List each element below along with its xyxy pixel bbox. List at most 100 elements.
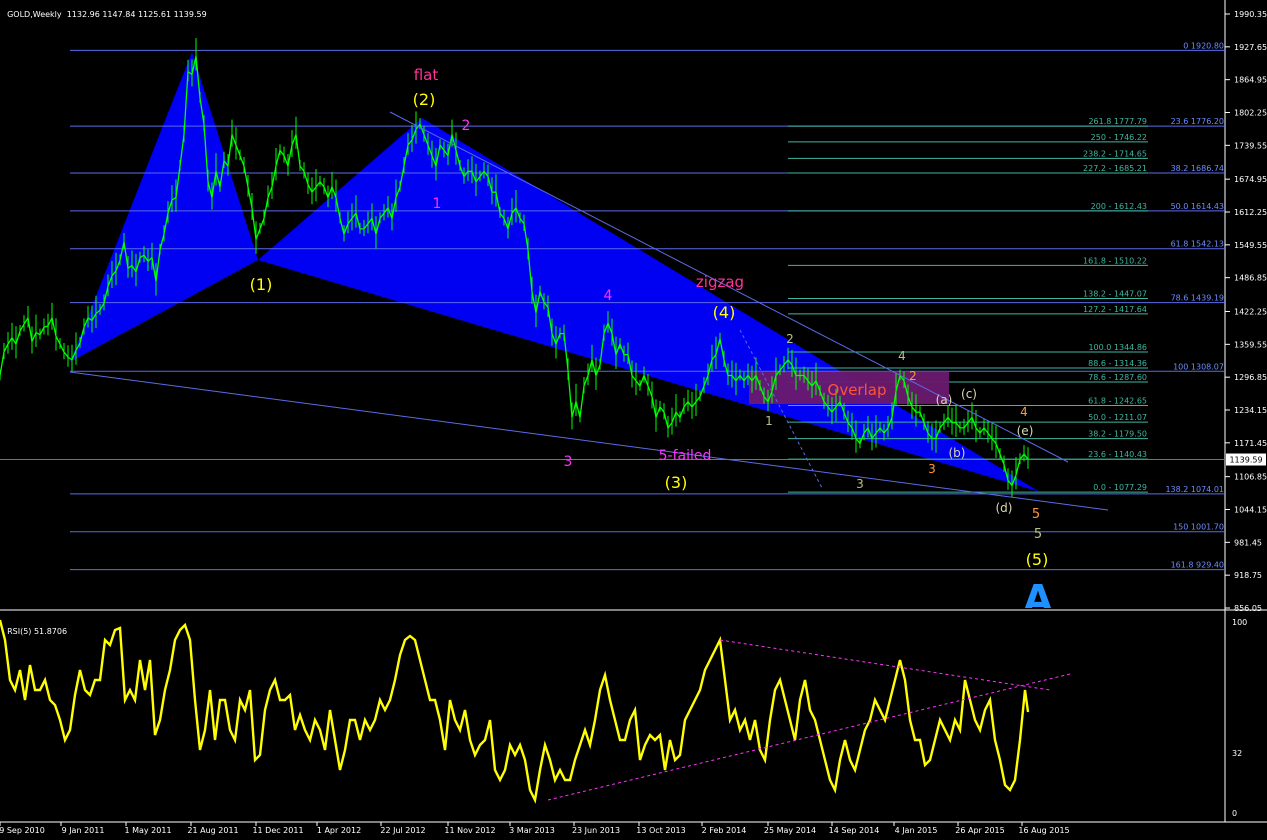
label-minor-4: 4 xyxy=(604,288,613,304)
price-tick-label: 1296.85 xyxy=(1234,373,1267,382)
price-tick-label: 1739.55 xyxy=(1234,141,1267,150)
label-orange-3: 3 xyxy=(928,462,936,476)
current-price-tag-text: 1139.59 xyxy=(1229,456,1262,465)
price-tick-label: 1612.25 xyxy=(1234,208,1267,217)
price-tick-label: 1486.85 xyxy=(1234,274,1267,283)
time-tick-label: 21 Aug 2011 xyxy=(187,826,238,835)
label-big-A: A xyxy=(1023,577,1053,621)
ext-label: 78.6 - 1287.60 xyxy=(1088,373,1147,382)
time-tick-label: 23 Jun 2013 xyxy=(572,826,620,835)
price-tick-label: 1106.85 xyxy=(1234,473,1267,482)
price-tick-label: 1044.15 xyxy=(1234,505,1267,514)
time-tick-label: 2 Feb 2014 xyxy=(702,826,747,835)
ext-label: 100.0 1344.86 xyxy=(1088,343,1147,352)
label-zigzag: zigzag xyxy=(696,273,744,291)
ext-label: 250 - 1746.22 xyxy=(1091,133,1147,142)
time-tick-label: 14 Sep 2014 xyxy=(829,826,880,835)
label-b: (b) xyxy=(949,446,966,460)
label-wave-4: (4) xyxy=(713,303,736,322)
price-tick-label: 1802.25 xyxy=(1234,109,1267,118)
label-minor-1: 1 xyxy=(433,196,442,212)
chart-ohlc: 1132.96 1147.84 1125.61 1139.59 xyxy=(66,10,207,19)
time-tick-label: 1 Apr 2012 xyxy=(317,826,361,835)
ext-label: 161.8 - 1510.22 xyxy=(1083,256,1147,265)
time-tick-label: 16 Aug 2015 xyxy=(1018,826,1069,835)
fib-label: 150 1001.70 xyxy=(1173,523,1224,532)
label-sub-1: 1 xyxy=(765,414,773,428)
fib-label: 78.6 1439.19 xyxy=(1171,294,1224,303)
fib-label: 23.6 1776.20 xyxy=(1171,117,1224,126)
time-tick-label: 9 Jan 2011 xyxy=(62,826,105,835)
price-axis: 1990.35 1927.65 1864.95 1802.25 1739.55 1674.… xyxy=(1225,10,1267,818)
ext-label: 138.2 - 1447.07 xyxy=(1083,289,1147,298)
time-tick-label: 11 Nov 2012 xyxy=(444,826,495,835)
label-orange-4: 4 xyxy=(1020,405,1028,419)
price-tick-label: 918.75 xyxy=(1234,571,1262,580)
triangle-wave-1 xyxy=(70,52,258,362)
price-panel: 0 1920.80 23.6 1776.20 38.2 1686.74 50.0 16… xyxy=(0,38,1225,621)
price-tick-label: 1359.55 xyxy=(1234,340,1267,349)
rsi-header: RSI(5) 51.8706 xyxy=(2,618,67,636)
rsi-panel xyxy=(0,619,1071,804)
price-tick-label: 1549.55 xyxy=(1234,241,1267,250)
label-orange-2: 2 xyxy=(909,369,917,383)
label-orange-5: 5 xyxy=(1032,507,1040,522)
ext-label: 200 - 1612.43 xyxy=(1091,202,1147,211)
fib-label: 0 1920.80 xyxy=(1183,41,1224,50)
label-sub-4: 4 xyxy=(898,349,906,363)
price-tick-label: 1864.95 xyxy=(1234,76,1267,85)
label-minor-3: 3 xyxy=(564,454,573,470)
rsi-label: RSI(5) 51.8706 xyxy=(7,627,68,636)
label-sub-5: 5 xyxy=(1034,527,1042,542)
rsi-resistance-line xyxy=(719,639,1051,691)
ext-label: 88.6 - 1314.36 xyxy=(1088,359,1147,368)
label-wave-5: (5) xyxy=(1026,550,1049,569)
label-wave-2: (2) xyxy=(413,90,436,109)
fib-label: 38.2 1686.74 xyxy=(1171,164,1224,173)
time-tick-label: 25 May 2014 xyxy=(764,826,816,835)
time-tick-label: 4 Jan 2015 xyxy=(895,826,938,835)
label-wave-3: (3) xyxy=(665,473,688,492)
label-sub-2: 2 xyxy=(786,332,794,346)
rsi-level-100: 100 xyxy=(1232,618,1247,627)
label-overlap: Overlap xyxy=(828,381,887,399)
ext-label: 238.2 - 1714.65 xyxy=(1083,149,1147,158)
price-tick-label: 981.45 xyxy=(1234,538,1262,547)
price-tick-label: 856.05 xyxy=(1234,604,1262,613)
time-axis: 9 Sep 2010 9 Jan 2011 1 May 2011 21 Aug 201… xyxy=(0,822,1070,835)
fib-label: 100 1308.07 xyxy=(1173,362,1224,371)
ext-label: 50.0 - 1211.07 xyxy=(1088,413,1147,422)
price-tick-label: 1927.65 xyxy=(1234,43,1267,52)
price-tick-label: 1171.45 xyxy=(1234,439,1267,448)
time-tick-label: 1 May 2011 xyxy=(124,826,171,835)
rsi-level-0: 0 xyxy=(1232,809,1237,818)
ext-label: 61.8 - 1242.65 xyxy=(1088,397,1147,406)
ext-label: 0.0 - 1077.29 xyxy=(1093,483,1147,492)
time-tick-label: 13 Oct 2013 xyxy=(636,826,685,835)
label-5-failed: 5-failed xyxy=(659,448,712,464)
price-tick-label: 1990.35 xyxy=(1234,10,1267,19)
fib-label: 61.8 1542.13 xyxy=(1171,240,1224,249)
ext-label: 127.2 - 1417.64 xyxy=(1083,305,1147,314)
rsi-level-32: 32 xyxy=(1232,749,1242,758)
ext-label: 23.6 - 1140.43 xyxy=(1088,450,1147,459)
label-c: (c) xyxy=(961,387,977,401)
time-tick-label: 22 Jul 2012 xyxy=(380,826,425,835)
fib-label: 161.8 929.40 xyxy=(1171,561,1224,570)
label-flat: flat xyxy=(414,66,439,84)
rsi-line xyxy=(0,619,1030,804)
price-tick-label: 1422.25 xyxy=(1234,307,1267,316)
label-minor-2: 2 xyxy=(462,118,471,134)
triangle-wave-2 xyxy=(258,118,1040,492)
ext-label: 38.2 - 1179.50 xyxy=(1088,430,1147,439)
chart-symbol: GOLD,Weekly xyxy=(7,10,62,19)
label-e: (e) xyxy=(1017,424,1034,438)
label-d: (d) xyxy=(996,501,1013,515)
price-tick-label: 1234.15 xyxy=(1234,406,1267,415)
time-tick-label: 3 Mar 2013 xyxy=(509,826,555,835)
fib-label: 138.2 1074.01 xyxy=(1165,485,1224,494)
harmonic-triangles xyxy=(70,52,1040,492)
label-wave-1: (1) xyxy=(250,275,273,294)
label-a: (a) xyxy=(936,393,953,407)
time-tick-label: 9 Sep 2010 xyxy=(0,826,45,835)
